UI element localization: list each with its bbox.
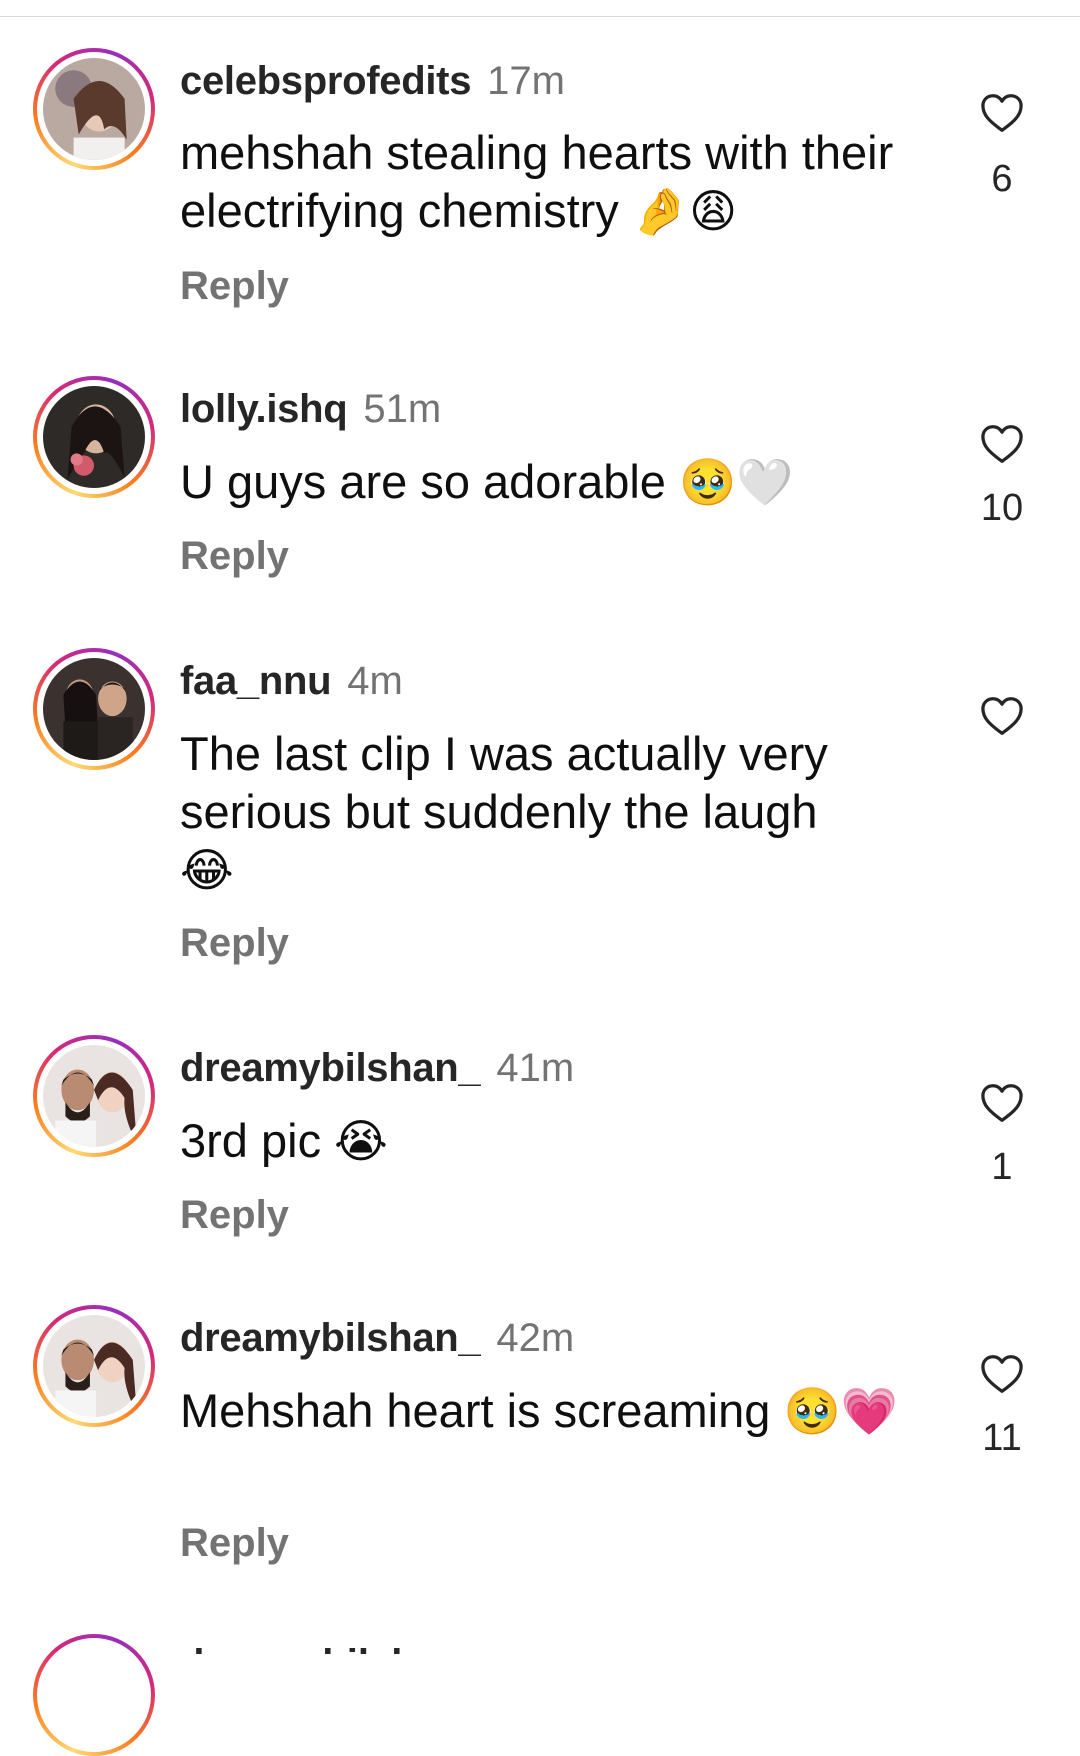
comment-time: 41m [496,1046,575,1090]
like-button[interactable] [972,1083,1032,1123]
comment-text: Mehshah heart is screaming [180,1384,771,1437]
avatar[interactable] [33,648,155,770]
comment-text-block: The last clip I was actually very seriou… [180,725,880,899]
avatar-image [43,58,145,160]
comment-username[interactable]: faa_nnu [180,659,332,703]
heart-outline-icon [981,425,1023,463]
comment-emojis: 🥹🤍 [679,455,794,509]
partial-comment: dreamybilshan_ [180,1640,680,1654]
avatar[interactable] [33,48,155,170]
comment-username[interactable]: celebsprofedits [180,59,471,103]
comment-username[interactable]: dreamybilshan_ [180,1046,481,1090]
comment-emojis: 😂 [180,843,234,897]
like-button[interactable] [972,93,1032,133]
like-count: 1 [991,1146,1013,1188]
comment-text-block: mehshah stealing hearts with their elect… [180,124,900,240]
comment-emojis: 🤌😩 [631,184,738,238]
reply-button[interactable]: Reply [180,1519,289,1567]
comment-emojis: 🥹💗 [783,1384,899,1438]
reply-button[interactable]: Reply [180,1191,289,1239]
like-count: 11 [982,1417,1022,1459]
avatar[interactable] [33,1305,155,1427]
comment-emojis: 😭 [334,1114,388,1168]
comment-text-block: Mehshah heart is screaming 🥹💗 [180,1382,900,1440]
comment-text: The last clip I was actually very seriou… [180,727,828,838]
avatar[interactable] [33,376,155,498]
avatar-image [43,386,145,488]
comment-time: 51m [363,387,442,431]
comment-username[interactable]: dreamybilshan_ [180,1316,481,1360]
comment-time: 17m [487,59,565,103]
comment-username[interactable]: lolly.ishq [180,387,348,431]
avatar-partial[interactable] [33,1634,155,1756]
avatar[interactable] [33,1035,155,1157]
heart-outline-icon [981,94,1023,132]
like-count: 6 [991,158,1013,200]
comment-time: 42m [496,1316,575,1360]
comment-time: 4m [347,659,403,703]
avatar-image [43,658,145,760]
reply-button[interactable]: Reply [180,532,289,580]
comment-text: 3rd pic [180,1114,322,1167]
like-button[interactable] [972,696,1032,736]
comment-text: U guys are so adorable [180,455,666,508]
top-divider [0,16,1080,17]
reply-button[interactable]: Reply [180,919,289,967]
comment-username-partial[interactable]: dreamybilshan_ [180,1640,680,1654]
comment-text-block: 3rd pic 😭 [180,1112,900,1170]
like-button[interactable] [972,424,1032,464]
comment-text: mehshah stealing hearts with their elect… [180,126,894,237]
avatar-image [43,1045,145,1147]
comment-text-block: U guys are so adorable 🥹🤍 [180,453,900,511]
heart-outline-icon [981,1355,1023,1393]
heart-outline-icon [981,697,1023,735]
heart-outline-icon [981,1084,1023,1122]
reply-button[interactable]: Reply [180,262,289,310]
avatar-image [43,1315,145,1417]
like-button[interactable] [972,1354,1032,1394]
like-count: 10 [980,487,1024,529]
